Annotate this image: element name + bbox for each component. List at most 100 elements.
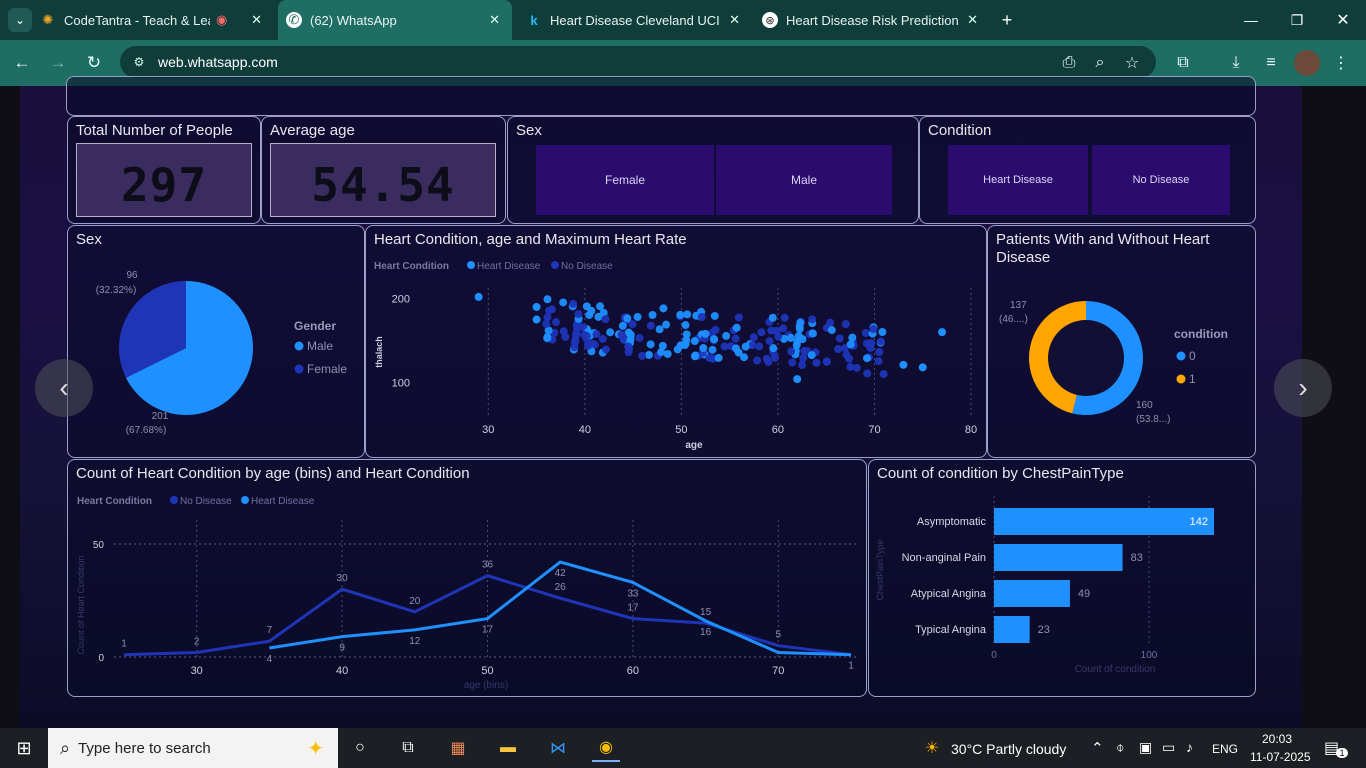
x-tick-label: 0 [991,650,997,661]
scatter-point [714,353,723,362]
windows-taskbar: ⊞ ⌕ Type here to search ✦ ○ ⧉ ▦ ▬ ⋈ ◉ ☀ … [0,728,1366,768]
previous-slide-arrow-icon[interactable]: ‹ [35,359,93,417]
restore-button[interactable]: ❐ [1282,8,1312,32]
legend-marker [294,364,304,374]
data-label: 42 [555,568,567,579]
kpi-average-age: Average age 54.54 [261,116,506,224]
bar [994,544,1123,571]
bookmark-star-icon[interactable]: ☆ [1119,50,1145,76]
close-tab-icon[interactable]: ✕ [251,12,262,28]
y-tick-label: 50 [93,540,105,551]
scatter-point [731,344,740,353]
scatter-point [863,369,872,378]
scatter-point [848,333,857,342]
zoom-icon[interactable]: ⌕ [1087,50,1113,76]
scatter-point [532,302,541,311]
task-view-icon[interactable]: ⧉ [394,734,422,762]
slicer-title: Condition [928,122,992,139]
scatter-point [787,347,796,356]
scatter-point [587,306,596,315]
tab-search-button[interactable]: ⌄ [8,8,32,32]
close-window-button[interactable]: ✕ [1328,8,1358,32]
category-label: Asymptomatic [917,516,987,528]
category-label: Typical Angina [915,624,987,636]
legend-label: Heart Disease [477,261,541,272]
chrome-icon[interactable]: ◉ [592,734,620,762]
scatter-point [808,329,817,338]
new-tab-button[interactable]: + [992,8,1022,32]
slicer-option-female[interactable]: Female [536,145,714,215]
download-icon[interactable]: ⤓ [1223,50,1249,76]
close-tab-icon[interactable]: ✕ [967,12,978,28]
tab-codetantra[interactable]: ✺ CodeTantra - Teach & Learn ◉ ✕ [40,0,274,40]
reload-icon[interactable]: ↻ [81,50,107,76]
store-icon[interactable]: ▦ [444,734,472,762]
scatter-point [748,341,757,350]
scatter-point [800,346,809,355]
install-app-icon[interactable]: ⎙ [1056,50,1082,76]
taskbar-search-box[interactable]: ⌕ Type here to search ✦ [48,728,338,768]
donut-data-label-pct: (53.8...) [1136,414,1170,425]
x-axis-label: age (bins) [464,680,508,691]
language-indicator[interactable]: ENG [1212,742,1238,756]
volume-icon[interactable]: ♪ [1186,739,1193,755]
tab-whatsapp[interactable]: ✆ (62) WhatsApp ✕ [278,0,512,40]
show-hidden-icons-icon[interactable]: ⌃ [1091,739,1104,757]
clock-time[interactable]: 20:03 [1262,732,1292,746]
extensions-icon[interactable]: ⧉ [1170,50,1196,76]
data-label: 20 [409,596,421,607]
gear-favicon-icon: ✺ [42,12,54,27]
bar-chart-svg: Asymptomatic 142 Non-anginal Pain 83 Atypica… [875,496,1214,675]
data-label: 23 [1038,624,1050,636]
next-slide-arrow-icon[interactable]: › [1274,359,1332,417]
weather-text[interactable]: 30°C Partly cloudy [951,741,1066,757]
data-label: 12 [409,636,421,647]
scatter-point [697,313,706,322]
minimize-button[interactable]: — [1236,8,1266,32]
site-settings-icon[interactable]: ⚙ [130,53,148,71]
close-tab-icon[interactable]: ✕ [489,12,500,28]
scatter-point [683,310,692,319]
pie-data-label-pct: (32.32%) [96,285,137,296]
windows-start-icon[interactable]: ⊞ [10,734,38,762]
legend-marker [294,341,304,351]
data-label: 16 [700,627,712,638]
tab-kaggle[interactable]: k Heart Disease Cleveland UCI ✕ [520,0,752,40]
file-explorer-icon[interactable]: ▬ [494,734,522,762]
x-tick-label: 100 [1141,650,1158,661]
profile-avatar[interactable] [1294,50,1320,76]
scatter-point [852,363,861,372]
scatter-point [869,325,878,334]
scatter-point [874,357,883,366]
scatter-point [720,342,729,351]
menu-dots-icon[interactable]: ⋮ [1328,50,1354,76]
address-bar[interactable]: ⚙ web.whatsapp.com [120,46,1156,78]
close-tab-icon[interactable]: ✕ [729,12,740,28]
clock-date[interactable]: 11-07-2025 [1250,750,1311,764]
tab-chatgpt[interactable]: ⊛ Heart Disease Risk Prediction ✕ [756,0,990,40]
scatter-point [841,320,850,329]
sex-pie-svg: 96 (32.32%) 201 (67.68%) Gender Male Female [96,270,348,436]
category-label: Atypical Angina [911,588,987,600]
legend-marker [1176,351,1186,361]
scatter-point [875,348,884,357]
scatter-point [644,350,653,359]
forward-arrow-icon[interactable]: → [45,50,71,76]
slicer-option-no-disease[interactable]: No Disease [1092,145,1230,215]
battery-icon[interactable]: ▭ [1162,739,1175,756]
kpi-title: Total Number of People [76,122,233,139]
scatter-point [779,324,788,333]
scatter-point [757,328,766,337]
slicer-option-male[interactable]: Male [716,145,892,215]
scatter-point [842,350,851,359]
cortana-icon[interactable]: ○ [346,734,374,762]
back-arrow-icon[interactable]: ← [9,50,35,76]
slicer-option-heart-disease[interactable]: Heart Disease [948,145,1088,215]
media-control-icon[interactable]: ≡ [1258,50,1284,76]
scatter-point [676,310,685,319]
vscode-icon[interactable]: ⋈ [544,734,572,762]
scatter-point [626,335,635,344]
y-tick-label: 0 [98,653,104,664]
scatter-point [732,323,741,332]
scatter-point [561,332,570,341]
